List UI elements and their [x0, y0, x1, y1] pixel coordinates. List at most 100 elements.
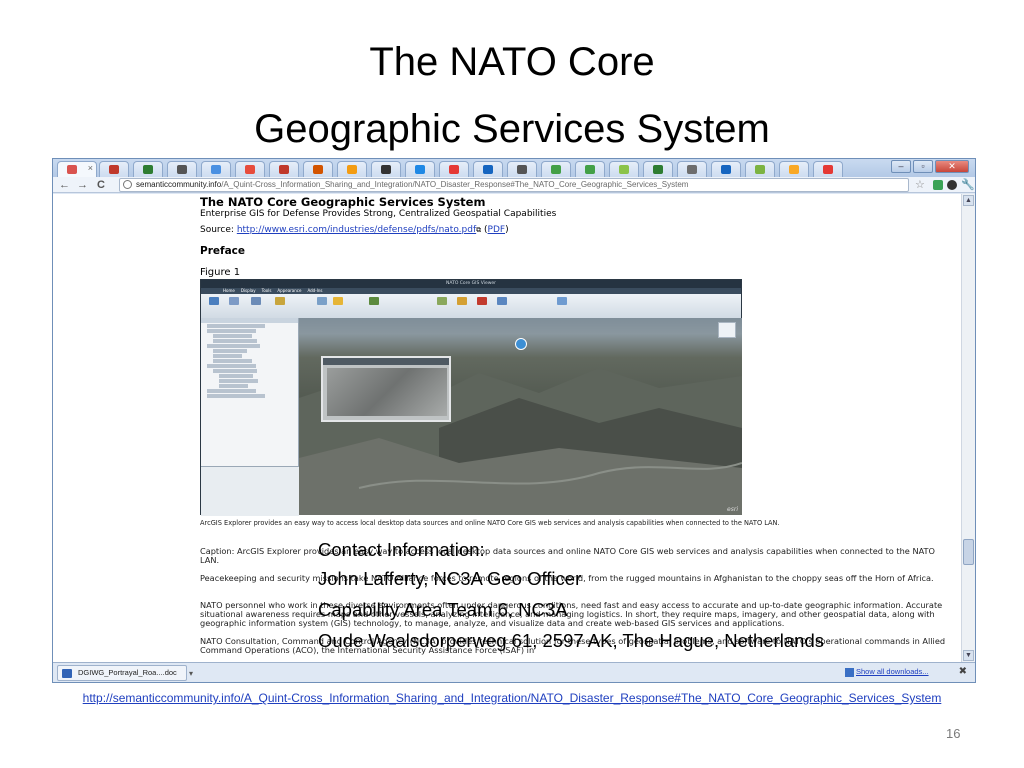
- scroll-up-button[interactable]: ▲: [963, 195, 974, 206]
- browser-tab[interactable]: [371, 161, 401, 177]
- bookmark-star-icon[interactable]: ☆: [915, 177, 925, 193]
- browser-tab[interactable]: [439, 161, 469, 177]
- contact-name: John Lafferty, NC3A Geo Officer: [318, 568, 582, 589]
- source-line: Source: http://www.esri.com/industries/d…: [200, 225, 509, 235]
- browser-tab[interactable]: [507, 161, 537, 177]
- browser-tab[interactable]: [269, 161, 299, 177]
- aircraft-marker-icon: [515, 338, 527, 350]
- contact-heading: Contact Information:: [318, 539, 485, 560]
- ribbon-icon: [209, 297, 219, 305]
- app-ribbon: [201, 294, 741, 318]
- ribbon-icon: [557, 297, 567, 305]
- browser-tab[interactable]: [337, 161, 367, 177]
- tab-favicon-icon: [653, 165, 663, 174]
- source-prefix: Source:: [200, 225, 237, 235]
- tab-favicon-icon: [755, 165, 765, 174]
- navigation-bar: ← → C semanticcommunity.info/A_Quint-Cro…: [53, 177, 975, 193]
- maximize-button[interactable]: ▫: [913, 160, 933, 173]
- tab-favicon-icon: [177, 165, 187, 174]
- browser-tab[interactable]: [405, 161, 435, 177]
- forward-arrow-icon[interactable]: →: [77, 177, 88, 193]
- source-url-link[interactable]: http://semanticcommunity.info/A_Quint-Cr…: [0, 691, 1024, 705]
- minimize-button[interactable]: –: [891, 160, 911, 173]
- tab-favicon-icon: [789, 165, 799, 174]
- browser-tab[interactable]: [235, 161, 265, 177]
- download-menu-icon[interactable]: ▾: [189, 669, 193, 678]
- tab-close-icon[interactable]: ×: [88, 163, 93, 173]
- figure-label: Figure 1: [200, 267, 241, 278]
- close-icon[interactable]: ✖: [959, 666, 967, 677]
- browser-tab[interactable]: [133, 161, 163, 177]
- browser-tab[interactable]: [677, 161, 707, 177]
- extension-icon[interactable]: [933, 180, 943, 190]
- browser-tab[interactable]: [711, 161, 741, 177]
- source-paren-close: ): [505, 225, 509, 235]
- ribbon-icon: [251, 297, 261, 305]
- browser-tab[interactable]: [201, 161, 231, 177]
- ribbon-icon: [497, 297, 507, 305]
- browser-tab[interactable]: [167, 161, 197, 177]
- close-window-button[interactable]: ✕: [935, 160, 969, 173]
- ribbon-icon: [457, 297, 467, 305]
- tab-favicon-icon: [109, 165, 119, 174]
- tab-favicon-icon: [143, 165, 153, 174]
- esri-logo: esri: [727, 506, 738, 513]
- tab-favicon-icon: [687, 165, 697, 174]
- ribbon-icon: [229, 297, 239, 305]
- browser-tab[interactable]: [745, 161, 775, 177]
- wrench-icon[interactable]: 🔧: [961, 177, 975, 193]
- browser-tab[interactable]: [99, 161, 129, 177]
- layer-properties-panel: [201, 466, 299, 516]
- scroll-thumb[interactable]: [963, 539, 974, 565]
- tab-favicon-icon: [823, 165, 833, 174]
- article-subtitle: Enterprise GIS for Defense Provides Stro…: [200, 209, 557, 219]
- browser-tab[interactable]: [303, 161, 333, 177]
- slide-number: 16: [946, 726, 961, 741]
- browser-tab[interactable]: [609, 161, 639, 177]
- reload-button[interactable]: C: [97, 177, 105, 193]
- browser-tab[interactable]: [541, 161, 571, 177]
- downloads-icon: [845, 668, 854, 677]
- tab-favicon-icon: [381, 165, 391, 174]
- tab-favicon-icon: [415, 165, 425, 174]
- pdf-link[interactable]: PDF: [488, 225, 506, 235]
- url-domain: semanticcommunity.info: [136, 180, 222, 189]
- navigation-compass-icon: [718, 322, 736, 338]
- caption-paragraph: Caption: ArcGIS Explorer provides an eas…: [200, 546, 935, 565]
- extension-icon-2[interactable]: [947, 180, 957, 190]
- 3d-globe-map: AC-130 Gunship esri: [299, 318, 742, 515]
- ribbon-icon: [317, 297, 327, 305]
- tab-favicon-icon: [517, 165, 527, 174]
- figure-image: NATO Core GIS Viewer Home Display Tools …: [200, 279, 742, 516]
- tab-favicon-icon: [67, 165, 77, 174]
- page-info-icon[interactable]: [123, 180, 132, 189]
- tab-favicon-icon: [313, 165, 323, 174]
- address-bar[interactable]: semanticcommunity.info/A_Quint-Cross_Inf…: [119, 178, 909, 192]
- paragraph: NATO personnel who work in these diverse…: [200, 600, 943, 628]
- popup-image: [327, 368, 447, 416]
- browser-tab[interactable]: ×: [57, 161, 97, 177]
- back-arrow-icon[interactable]: ←: [59, 177, 70, 193]
- browser-tab[interactable]: [575, 161, 605, 177]
- slide-title-line1: The NATO Core: [369, 40, 655, 84]
- ribbon-icon: [369, 297, 379, 305]
- tab-favicon-icon: [585, 165, 595, 174]
- browser-tab[interactable]: [473, 161, 503, 177]
- tab-favicon-icon: [211, 165, 221, 174]
- scroll-down-button[interactable]: ▼: [963, 650, 974, 661]
- browser-tab[interactable]: [813, 161, 843, 177]
- tab-favicon-icon: [347, 165, 357, 174]
- download-item[interactable]: DGIWG_Portrayal_Roa....doc: [57, 665, 187, 681]
- tab-strip: ×: [53, 159, 975, 177]
- ribbon-icon: [333, 297, 343, 305]
- ac130-popup: AC-130 Gunship: [321, 356, 451, 422]
- vertical-scrollbar[interactable]: ▲ ▼: [961, 194, 975, 662]
- show-all-downloads-link[interactable]: Show all downloads...: [856, 667, 929, 676]
- browser-tab[interactable]: [643, 161, 673, 177]
- download-filename: DGIWG_Portrayal_Roa....doc: [78, 668, 177, 677]
- source-link[interactable]: http://www.esri.com/industries/defense/p…: [237, 225, 476, 235]
- browser-tab[interactable]: [779, 161, 809, 177]
- ribbon-icon: [275, 297, 285, 305]
- ribbon-icon: [437, 297, 447, 305]
- contents-panel: [201, 318, 299, 516]
